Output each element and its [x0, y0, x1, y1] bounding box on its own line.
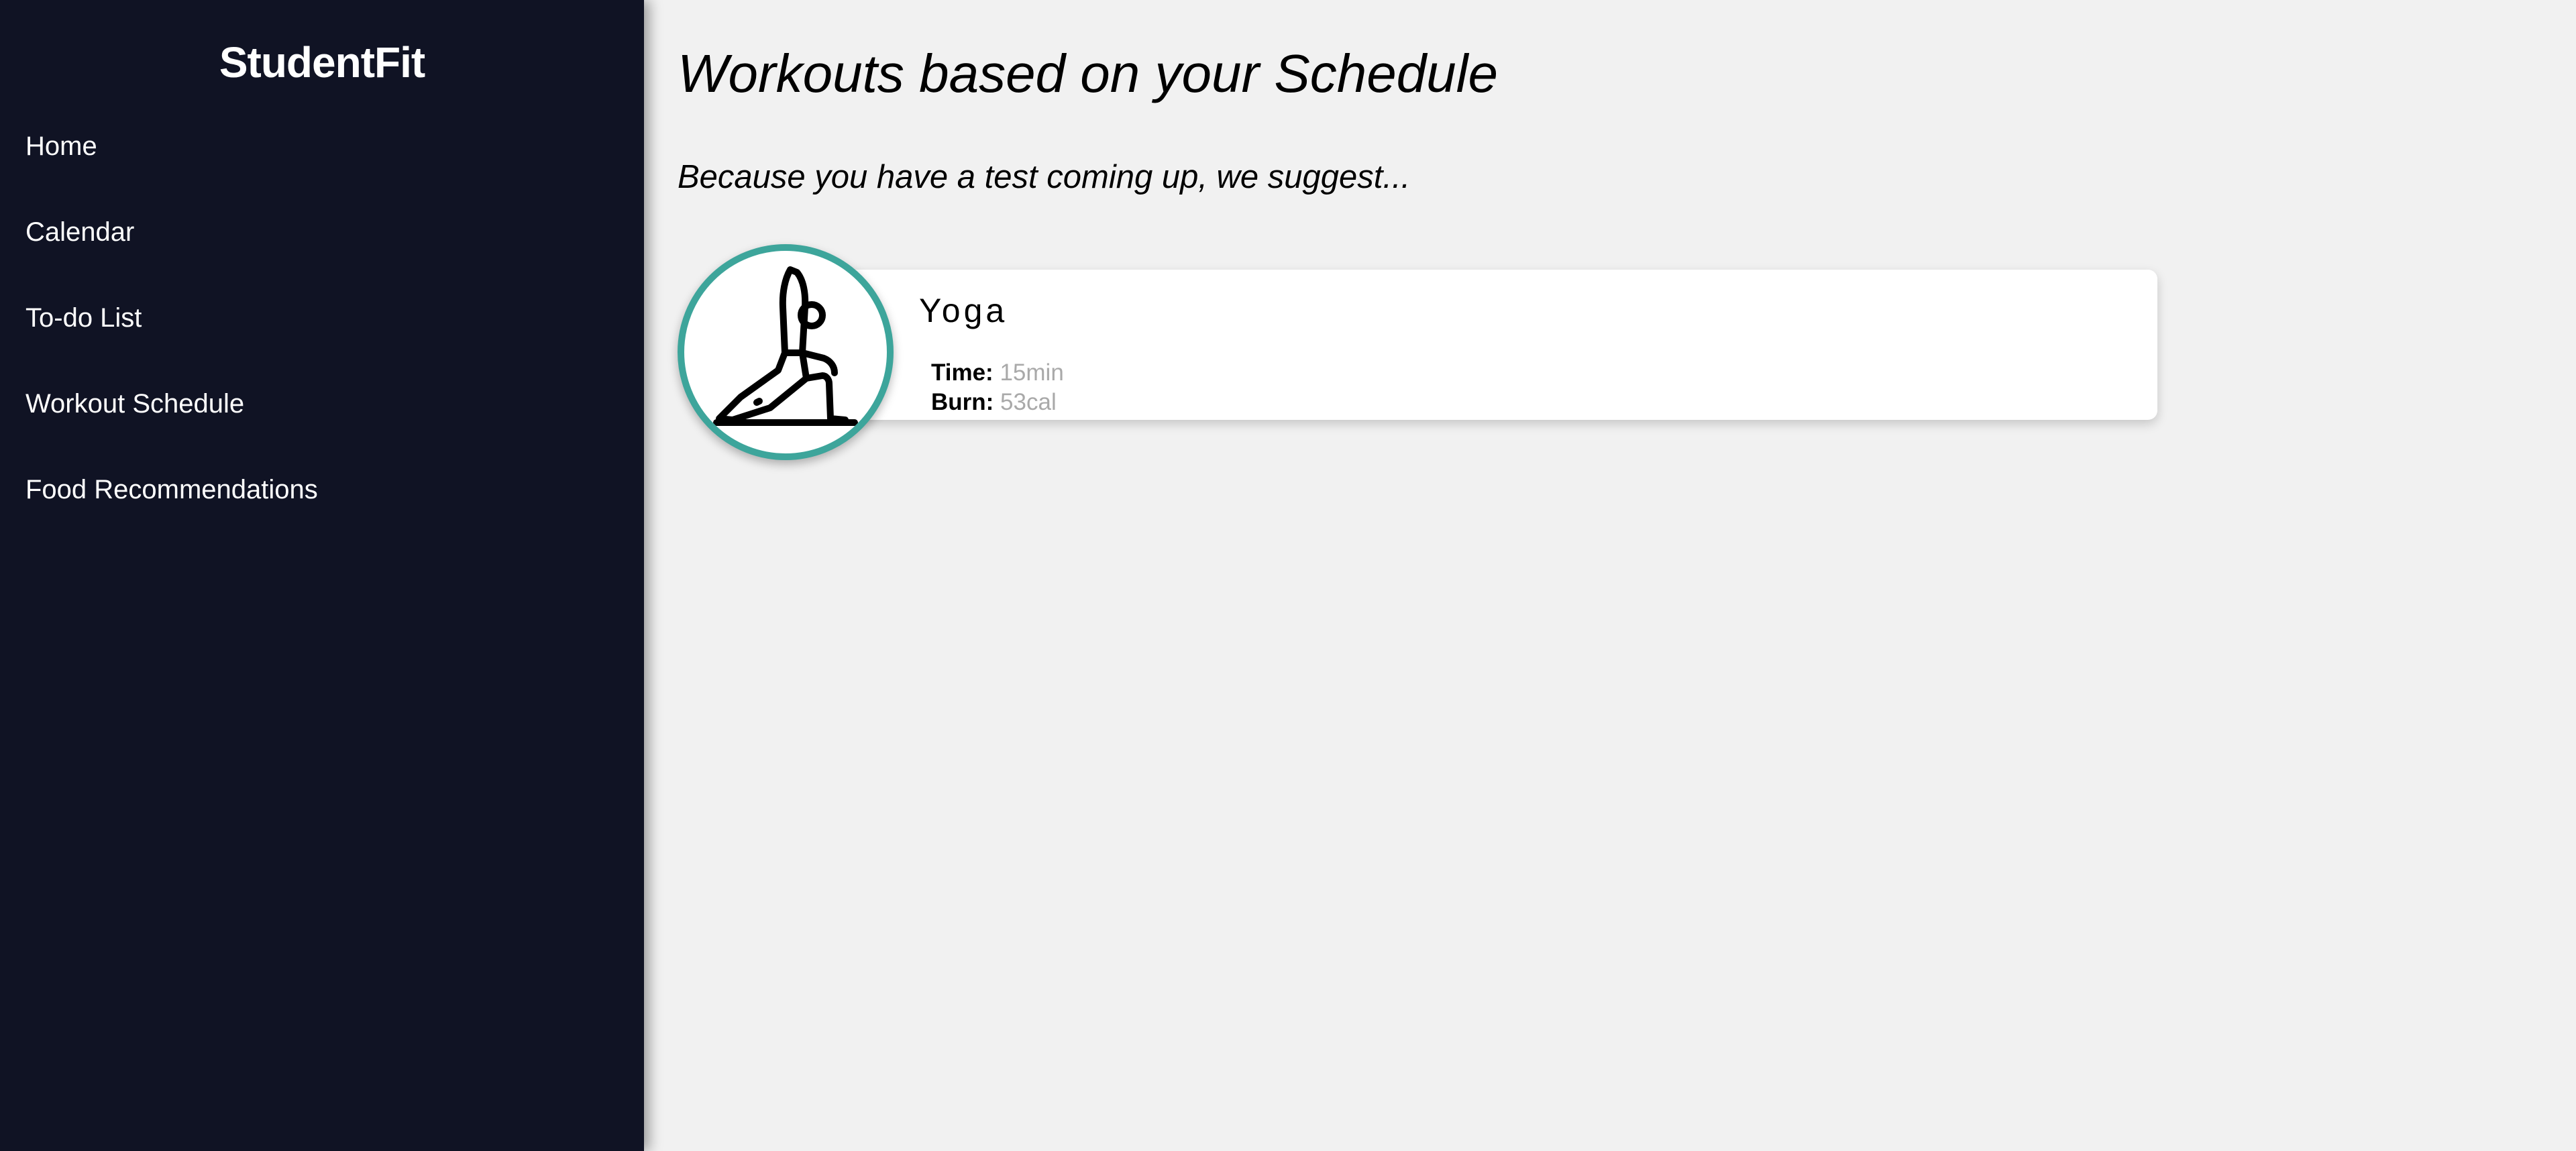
yoga-pose-icon [713, 266, 858, 426]
sidebar-nav: Home Calendar To-do List Workout Schedul… [25, 127, 318, 557]
app-brand[interactable]: StudentFit [0, 38, 644, 87]
sidebar-item-home[interactable]: Home [25, 127, 318, 213]
burn-value: 53cal [1000, 389, 1057, 415]
sidebar-item-calendar[interactable]: Calendar [25, 213, 318, 299]
burn-label: Burn: [931, 389, 994, 415]
workout-name: Yoga [919, 292, 1008, 329]
time-label: Time: [931, 360, 994, 386]
sidebar: StudentFit Home Calendar To-do List Work… [0, 0, 644, 1151]
workout-burn: Burn: 53cal [931, 389, 1057, 416]
sidebar-item-food-recommendations[interactable]: Food Recommendations [25, 471, 318, 557]
sidebar-item-workout-schedule[interactable]: Workout Schedule [25, 385, 318, 471]
page-title: Workouts based on your Schedule [678, 44, 1498, 103]
workout-avatar [678, 244, 894, 460]
page-subtitle: Because you have a test coming up, we su… [678, 159, 1411, 195]
time-value: 15min [1000, 360, 1064, 386]
sidebar-item-todo-list[interactable]: To-do List [25, 299, 318, 385]
workout-card-body[interactable]: Yoga Time: 15min Burn: 53cal [845, 270, 2157, 420]
workout-time: Time: 15min [931, 360, 1064, 386]
main-content: Workouts based on your Schedule Because … [644, 0, 2576, 1151]
workout-card[interactable]: Yoga Time: 15min Burn: 53cal [678, 244, 2157, 460]
